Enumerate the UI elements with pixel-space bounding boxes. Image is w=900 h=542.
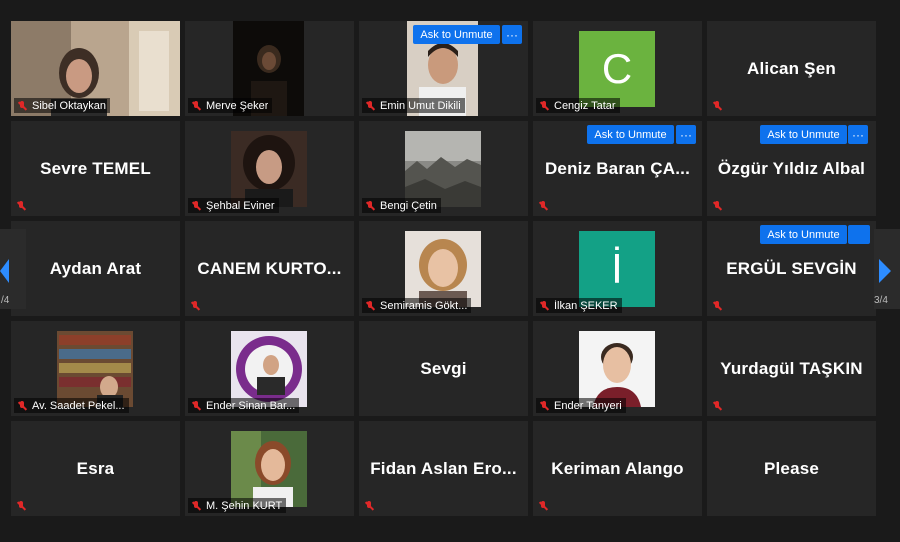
- participant-tile[interactable]: CANEM KURTO...: [185, 221, 354, 316]
- participant-name-label: M. Şehin KURT: [188, 498, 287, 513]
- participant-name-label: Şehbal Eviner: [188, 198, 279, 213]
- participant-tile[interactable]: Fidan Aslan Ero...: [359, 421, 528, 516]
- participant-tile[interactable]: Alican Şen: [707, 21, 876, 116]
- participant-tile[interactable]: Ender Tanyeri: [533, 321, 702, 416]
- ask-to-unmute-button[interactable]: Ask to Unmute: [760, 125, 847, 144]
- participant-tile[interactable]: Özgür Yıldız Albal Ask to Unmute ···: [707, 121, 876, 216]
- mic-muted-icon: [190, 400, 202, 412]
- participant-name-label: Semiramis Gökt...: [362, 298, 472, 313]
- mic-muted-icon: [189, 300, 201, 312]
- participant-tile[interactable]: Semiramis Gökt...: [359, 221, 528, 316]
- mic-muted-icon: [363, 500, 375, 512]
- participant-display-name: Aydan Arat: [49, 258, 142, 278]
- mic-muted-icon: [15, 200, 27, 212]
- participant-display-name: Alican Şen: [747, 58, 836, 78]
- participant-name-label: Cengiz Tatar: [536, 98, 620, 113]
- participant-tile[interactable]: Keriman Alango: [533, 421, 702, 516]
- participant-photo: [405, 131, 481, 207]
- gallery-grid: Sibel Oktaykan Merve Şeker Ask to Unmute…: [11, 21, 877, 518]
- participant-display-name: CANEM KURTO...: [197, 258, 342, 278]
- participant-tile[interactable]: Sevre TEMEL: [11, 121, 180, 216]
- participant-tile[interactable]: Please: [707, 421, 876, 516]
- more-options-button[interactable]: ···: [848, 125, 868, 144]
- participant-photo: [231, 131, 307, 207]
- participant-tile[interactable]: Sevgi: [359, 321, 528, 416]
- participant-tile[interactable]: Yurdagül TAŞKIN: [707, 321, 876, 416]
- mic-muted-icon: [711, 100, 723, 112]
- participant-tile[interactable]: C Cengiz Tatar: [533, 21, 702, 116]
- participant-tile[interactable]: Av. Saadet Pekel...: [11, 321, 180, 416]
- more-options-button[interactable]: ···: [676, 125, 696, 144]
- mic-muted-icon: [711, 300, 723, 312]
- ask-to-unmute-button[interactable]: Ask to Unmute: [413, 25, 500, 44]
- participant-display-name: Sevre TEMEL: [40, 158, 151, 178]
- ask-to-unmute-button[interactable]: Ask to Unmute: [760, 225, 847, 244]
- participant-tile[interactable]: Ask to Unmute ··· Emin Umut Dikili: [359, 21, 528, 116]
- participant-display-name: Please: [763, 458, 820, 478]
- participant-tile[interactable]: ERGÜL SEVGİN Ask to Unmute: [707, 221, 876, 316]
- participant-name-label: Sibel Oktaykan: [14, 98, 110, 113]
- participant-name-label: Av. Saadet Pekel...: [14, 398, 129, 413]
- participant-tile[interactable]: Ender Sinan Bar...: [185, 321, 354, 416]
- page-indicator-left: /4: [1, 295, 10, 306]
- participant-tile[interactable]: Merve Şeker: [185, 21, 354, 116]
- participant-tile[interactable]: Deniz Baran ÇA... Ask to Unmute ···: [533, 121, 702, 216]
- participant-tile[interactable]: İ İlkan ŞEKER: [533, 221, 702, 316]
- participant-tile[interactable]: Sibel Oktaykan: [11, 21, 180, 116]
- mic-muted-icon: [15, 500, 27, 512]
- mic-muted-icon: [538, 100, 550, 112]
- ask-to-unmute-button[interactable]: Ask to Unmute: [587, 125, 674, 144]
- participant-photo: [57, 331, 133, 407]
- mic-muted-icon: [364, 100, 376, 112]
- participant-photo: [405, 231, 481, 307]
- mic-muted-icon: [537, 500, 549, 512]
- mic-muted-icon: [537, 200, 549, 212]
- mic-muted-icon: [16, 400, 28, 412]
- participant-avatar-letter: İ: [579, 231, 655, 307]
- participant-tile[interactable]: Bengi Çetin: [359, 121, 528, 216]
- mic-muted-icon: [190, 200, 202, 212]
- participant-name-label: Ender Tanyeri: [536, 398, 626, 413]
- participant-tile[interactable]: M. Şehin KURT: [185, 421, 354, 516]
- participant-photo: [231, 431, 307, 507]
- mic-muted-icon: [711, 400, 723, 412]
- chevron-right-icon: [879, 259, 891, 283]
- participant-display-name: Sevgi: [420, 358, 467, 378]
- participant-photo: [579, 331, 655, 407]
- mic-muted-icon: [364, 300, 376, 312]
- participant-tile[interactable]: Esra: [11, 421, 180, 516]
- participant-tile[interactable]: Şehbal Eviner: [185, 121, 354, 216]
- participant-name-label: İlkan ŞEKER: [536, 298, 622, 313]
- participant-name-label: Merve Şeker: [188, 98, 273, 113]
- mic-muted-icon: [364, 200, 376, 212]
- more-options-button[interactable]: ···: [502, 25, 522, 44]
- mic-muted-icon: [16, 100, 28, 112]
- mic-muted-icon: [190, 500, 202, 512]
- participant-display-name: Fidan Aslan Ero...: [370, 458, 517, 478]
- participant-display-name: Esra: [76, 458, 115, 478]
- mic-muted-icon: [711, 200, 723, 212]
- chevron-left-icon: [0, 259, 9, 283]
- mic-muted-icon: [190, 100, 202, 112]
- participant-name-label: Bengi Çetin: [362, 198, 441, 213]
- participant-avatar-letter: C: [579, 31, 655, 107]
- page-indicator-right: 3/4: [874, 295, 888, 306]
- more-options-button[interactable]: [848, 225, 870, 244]
- participant-display-name: Keriman Alango: [551, 458, 684, 478]
- participant-name-label: Emin Umut Dikili: [362, 98, 465, 113]
- mic-muted-icon: [538, 400, 550, 412]
- participant-name-label: Ender Sinan Bar...: [188, 398, 300, 413]
- participant-tile[interactable]: Aydan Arat: [11, 221, 180, 316]
- mic-muted-icon: [538, 300, 550, 312]
- participant-display-name: Yurdagül TAŞKIN: [720, 358, 863, 378]
- participant-photo: [231, 331, 307, 407]
